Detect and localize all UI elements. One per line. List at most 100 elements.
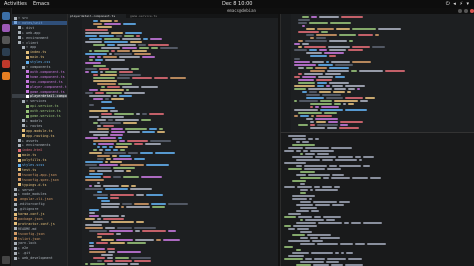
code-token <box>311 210 319 212</box>
file-tree-item[interactable]: package.json <box>12 217 43 221</box>
file-tree-item[interactable]: auth.service.ts <box>12 109 61 113</box>
file-tree-item[interactable]: ▸ e2e <box>12 246 28 250</box>
app-menu[interactable]: Emacs <box>33 1 49 7</box>
code-token <box>89 251 106 253</box>
clock[interactable]: Dec 8 10:00 <box>222 1 252 7</box>
file-tree-label: index.ts <box>30 50 47 55</box>
code-token <box>310 124 315 126</box>
file-tree-item[interactable]: app.routing.ts <box>12 134 55 138</box>
system-tray[interactable]: ⏻ ◂ ⚡ ▾ <box>446 1 470 7</box>
file-tree-item[interactable]: ▸ environments <box>12 143 51 147</box>
file-tree-item[interactable]: ▸ dist <box>12 26 34 30</box>
code-token <box>89 185 92 187</box>
file-tree-item[interactable]: ▾ src <box>12 16 28 20</box>
file-tree-item[interactable]: .gitignore <box>12 207 38 211</box>
browser-icon[interactable] <box>2 12 10 20</box>
file-tree-item[interactable]: index.ts <box>12 50 46 54</box>
file-icon <box>18 143 21 147</box>
code-token <box>306 34 314 36</box>
code-token <box>136 221 144 223</box>
file-tree-item[interactable]: ▸ assets <box>12 139 38 143</box>
file-tree-item[interactable]: test.ts <box>12 168 36 172</box>
app-icon[interactable] <box>2 60 10 68</box>
file-tree-label: api.service.ts <box>30 104 59 109</box>
code-token <box>300 183 305 185</box>
file-tree-item[interactable]: protractor.conf.js <box>12 222 55 226</box>
code-token <box>109 53 112 55</box>
code-editor-left[interactable] <box>68 18 278 266</box>
code-token <box>163 239 180 241</box>
file-tree-item[interactable]: tsconfig.app.json <box>12 173 57 177</box>
file-tree-label: index.html <box>22 148 43 153</box>
file-tree-item[interactable]: game.service.ts <box>12 114 61 118</box>
file-tree-item[interactable]: ▸ node_modules <box>12 192 47 196</box>
file-tree-item[interactable]: .angular-cli.json <box>12 197 53 201</box>
line-number-gutter <box>68 18 82 266</box>
file-tree-item[interactable]: tsconfig.json <box>12 232 45 236</box>
file-tree-item[interactable]: game.component.ts <box>12 90 65 94</box>
file-tree-item[interactable]: playerdetail.component.ts <box>12 94 67 99</box>
file-tree-item[interactable]: api.service.ts <box>12 104 59 108</box>
file-tree-item[interactable]: ▸ models <box>12 119 42 123</box>
code-token <box>104 23 121 25</box>
file-tree-item[interactable]: ▸ .git <box>12 251 30 255</box>
maximize-icon[interactable] <box>464 9 468 13</box>
code-token <box>89 89 98 91</box>
minimize-icon[interactable] <box>458 9 462 13</box>
file-tree-item[interactable]: styles.css <box>12 60 50 64</box>
file-tree-item[interactable]: karma.conf.js <box>12 212 45 216</box>
file-tree-item[interactable]: ▸ web_development <box>12 256 53 260</box>
code-token <box>85 53 107 55</box>
terminal-pane[interactable] <box>280 132 474 266</box>
emacs-icon[interactable] <box>2 24 10 32</box>
file-tree-item[interactable]: app.module.ts <box>12 129 53 133</box>
file-icon <box>26 50 29 54</box>
file-tree-item[interactable]: ▸ server <box>12 188 34 192</box>
file-tree-item[interactable]: yarn.lock <box>12 241 36 245</box>
file-tree-item[interactable]: README.md <box>12 227 36 231</box>
file-icon <box>14 251 17 255</box>
file-tree-item[interactable]: polyfills.ts <box>12 158 47 162</box>
code-editor-right[interactable] <box>280 14 474 132</box>
code-token <box>134 227 156 229</box>
code-token <box>340 124 348 126</box>
file-tree-item[interactable]: nav.component.ts <box>12 80 63 84</box>
file-tree-item[interactable]: tsconfig.spec.json <box>12 178 59 182</box>
activities-button[interactable]: Activities <box>4 1 27 7</box>
file-tree-item[interactable]: player.component.ts <box>12 85 67 89</box>
file-tree-item[interactable]: main.ts <box>12 153 36 157</box>
file-tree-item[interactable]: ▾ components <box>12 65 51 69</box>
code-token <box>110 194 134 196</box>
app-grid-icon[interactable] <box>2 256 10 264</box>
code-token <box>119 140 125 142</box>
code-token <box>126 170 131 172</box>
file-icon <box>14 246 17 250</box>
file-tree-item[interactable]: typings.d.ts <box>12 183 47 187</box>
file-tree-item[interactable]: ▾ client <box>12 41 38 45</box>
code-token <box>101 116 124 118</box>
file-tree-item[interactable]: index.html <box>12 148 42 152</box>
code-token <box>298 46 302 48</box>
code-token <box>127 140 148 142</box>
file-tree-item[interactable]: home.component.ts <box>12 75 65 79</box>
file-tree-item[interactable]: auth.component.ts <box>12 70 65 74</box>
file-tree-item[interactable]: ▸ web-app <box>12 31 40 35</box>
file-tree-label: ▸ server <box>18 187 35 192</box>
file-tree-item[interactable]: .editorconfig <box>12 202 45 206</box>
code-token <box>315 204 330 206</box>
app-icon[interactable] <box>2 72 10 80</box>
files-icon[interactable] <box>2 36 10 44</box>
file-tree-item[interactable]: main.ts <box>12 55 44 59</box>
code-token <box>318 64 333 66</box>
code-token <box>122 86 139 88</box>
terminal-icon[interactable] <box>2 48 10 56</box>
file-tree-item[interactable]: ▾ services <box>12 99 46 103</box>
file-tree-item[interactable]: ▸ environment <box>12 36 49 40</box>
file-tree-item[interactable]: ▾ app <box>12 45 36 49</box>
close-icon[interactable] <box>470 9 474 13</box>
code-token <box>85 32 109 34</box>
file-tree-item[interactable]: styles.scss <box>12 163 44 167</box>
file-tree-item[interactable]: ▸ routes <box>12 124 42 128</box>
file-tree-item[interactable]: ▾ notes/unit <box>12 20 67 25</box>
file-tree-item[interactable]: tslint.json <box>12 237 40 241</box>
